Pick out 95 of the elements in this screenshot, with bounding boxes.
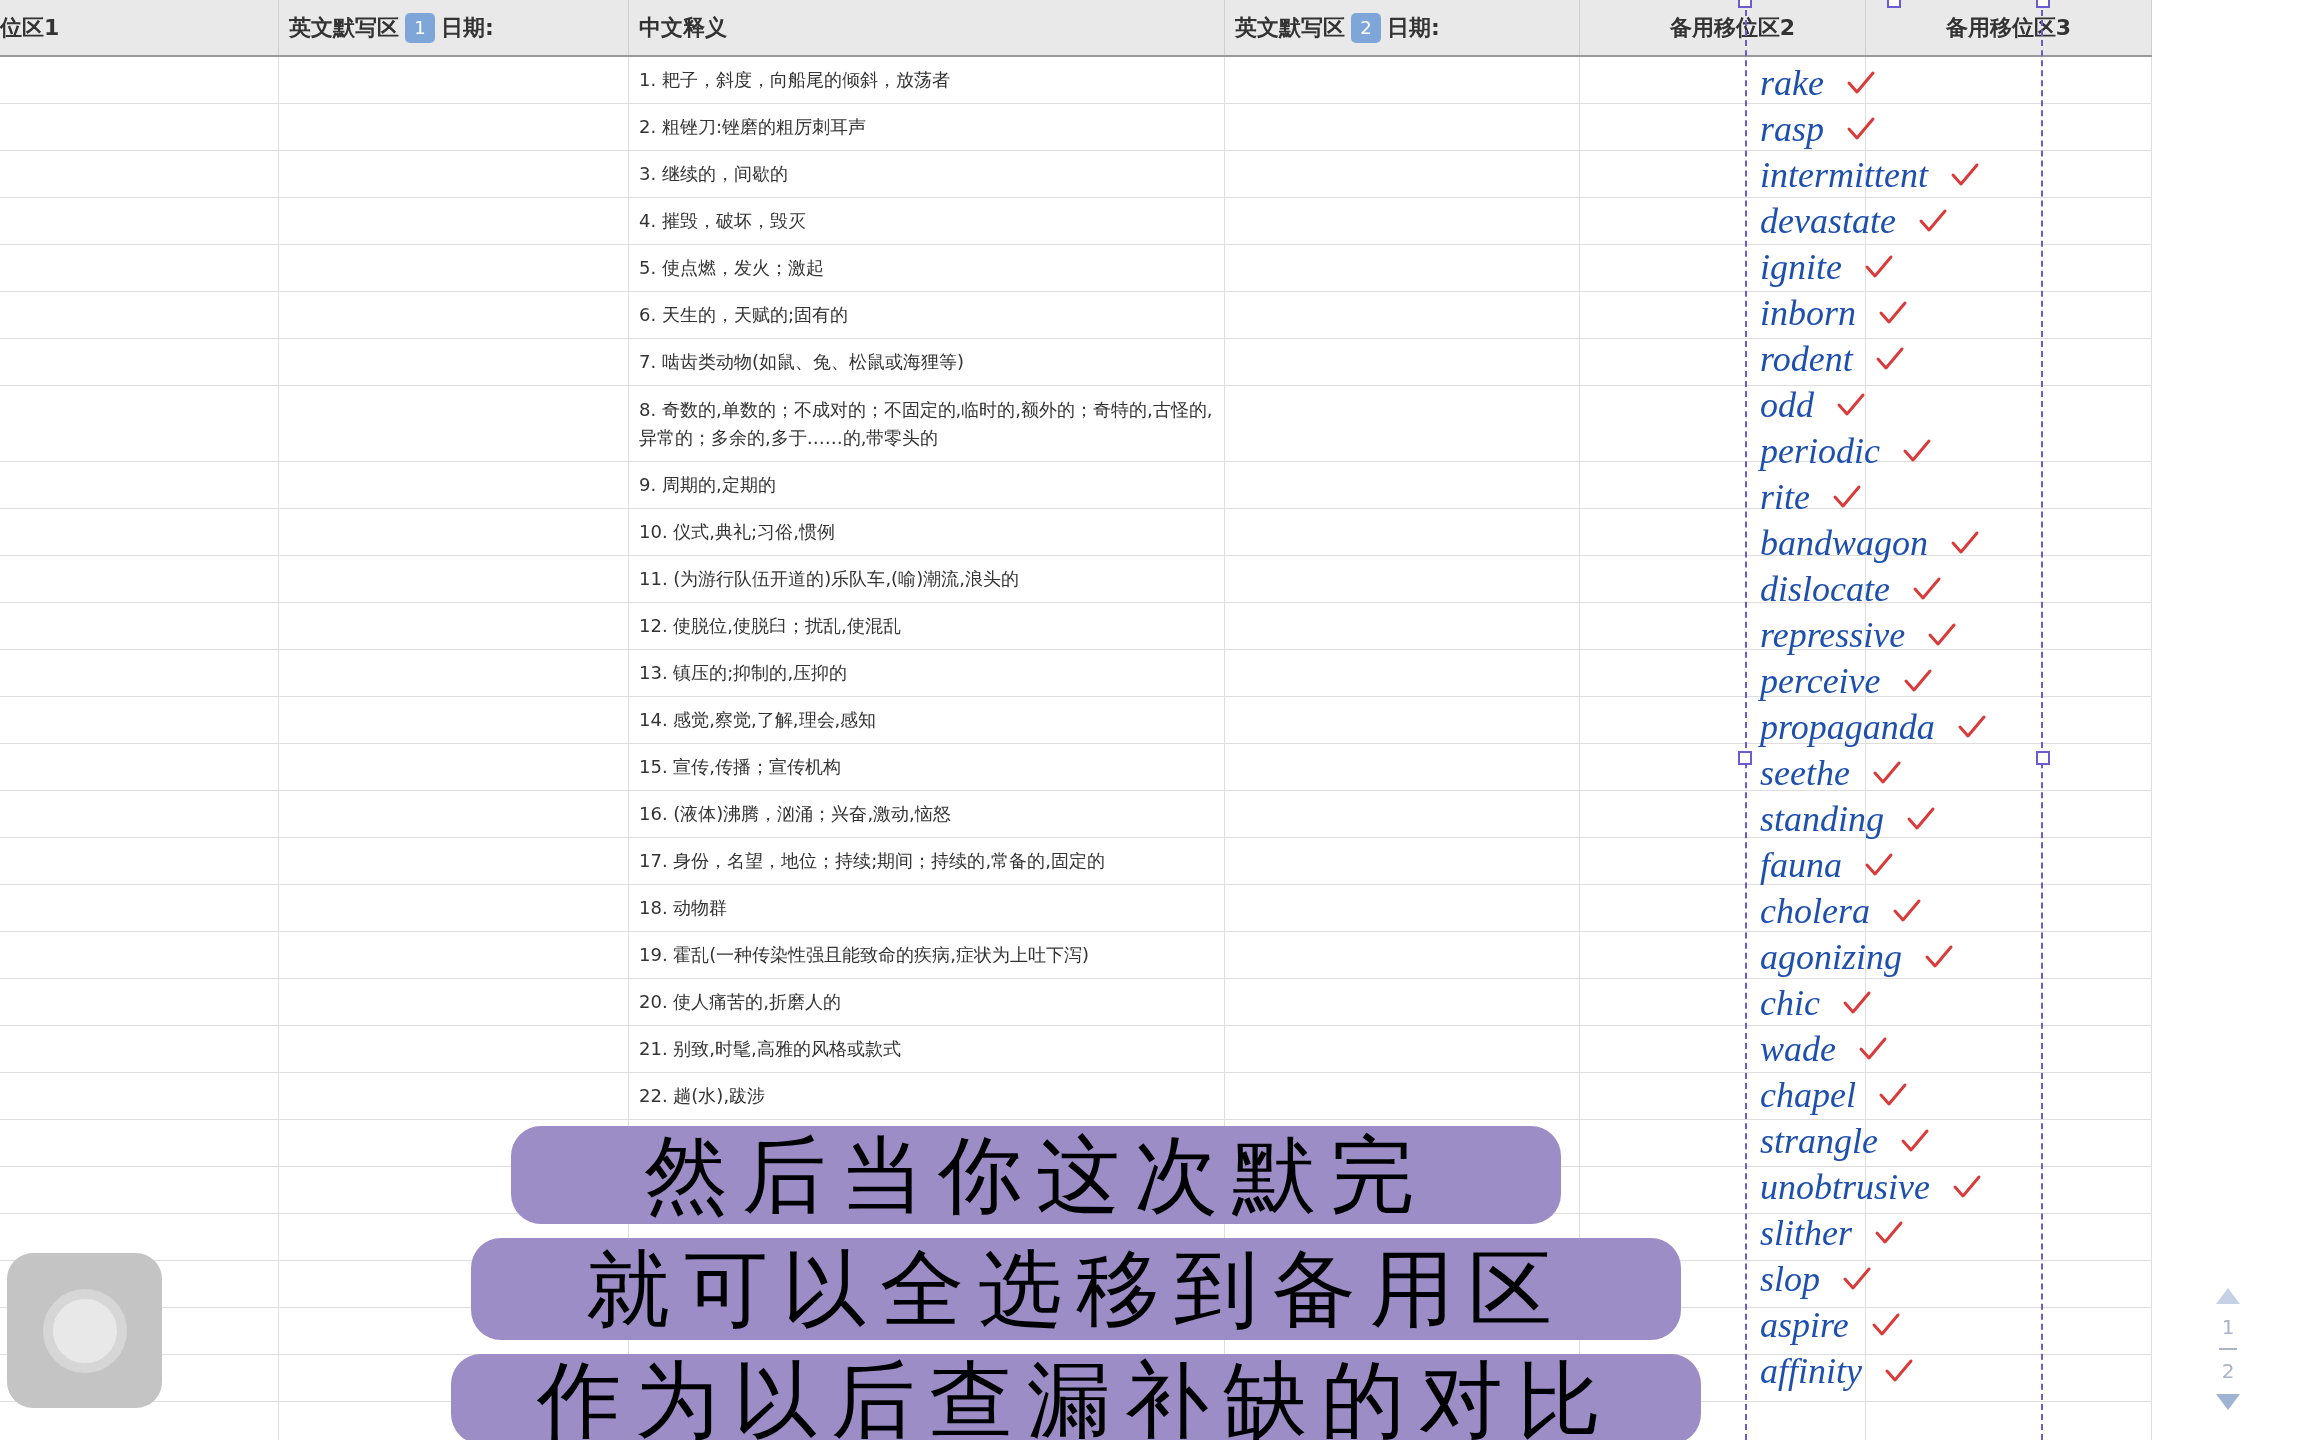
table-cell: 9. 周期的,定期的 — [629, 462, 1225, 509]
check-icon — [1858, 1036, 1888, 1062]
subtitle-text: 然后当你这次默完 — [644, 1129, 1428, 1221]
table-cell: 20. 使人痛苦的,折磨人的 — [629, 979, 1225, 1026]
handwritten-word: slither — [1760, 1213, 1852, 1253]
table-cell: 11. (为游行队伍开道的)乐队车,(喻)潮流,浪头的 — [629, 556, 1225, 603]
handwritten-word: chapel — [1760, 1075, 1856, 1115]
handwritten-word: periodic — [1760, 431, 1880, 471]
table-cell: 21. 别致,时髦,高雅的风格或款式 — [629, 1026, 1225, 1073]
handwritten-word: bandwagon — [1760, 523, 1928, 563]
table-cell: 5. 使点燃，发火；激起 — [629, 245, 1225, 292]
check-icon — [1871, 760, 1902, 786]
handwritten-word: ignite — [1760, 247, 1842, 287]
table-cell: 10. 仪式,典礼;习俗,惯例 — [629, 509, 1225, 556]
selection-handle[interactable] — [1738, 751, 1752, 765]
check-icon — [1900, 1128, 1930, 1154]
handwritten-word: dislocate — [1760, 569, 1890, 609]
handwritten-word: perceive — [1760, 661, 1881, 701]
number-badge: 1 — [405, 12, 435, 43]
handwritten-word: strangle — [1760, 1121, 1878, 1161]
handwritten-word: rake — [1760, 63, 1824, 103]
handwritten-word: rasp — [1760, 109, 1825, 149]
table-cell: 1. 耙子，斜度，向船尾的倾斜，放荡者 — [629, 57, 1225, 104]
handwritten-word: agonizing — [1760, 937, 1902, 977]
subtitle-text: 就可以全选移到备用区 — [586, 1243, 1566, 1335]
handwritten-word: devastate — [1760, 201, 1896, 241]
page-total: 2 — [2221, 1358, 2235, 1385]
check-icon — [1864, 254, 1894, 280]
check-icon — [1874, 346, 1905, 372]
check-icon — [1870, 1312, 1901, 1338]
handwritten-word: unobtrusive — [1760, 1167, 1930, 1207]
table-cell: 14. 感觉,察觉,了解,理会,感知 — [629, 697, 1225, 744]
handwritten-word: affinity — [1760, 1351, 1862, 1391]
check-icon — [1917, 208, 1948, 234]
table-cell: 4. 摧毁，破坏，毁灭 — [629, 198, 1225, 245]
table-cell: 15. 宣传,传播；宣传机构 — [629, 744, 1225, 791]
number-badge: 2 — [1351, 12, 1381, 43]
column-header: 英文默写区 — [1235, 14, 1345, 42]
handwritten-word: rodent — [1760, 339, 1853, 379]
table-cell: 22. 趟(水),跋涉 — [629, 1073, 1225, 1120]
subtitle-text: 作为以后查漏补缺的对比 — [537, 1354, 1615, 1440]
check-icon — [1912, 576, 1942, 602]
handwritten-word: wade — [1760, 1029, 1836, 1069]
handwritten-word: seethe — [1760, 753, 1850, 793]
check-icon — [1878, 300, 1908, 326]
check-icon — [1836, 392, 1866, 418]
table-cell: 19. 霍乱(一种传染性强且能致命的疾病,症状为上吐下泻) — [629, 932, 1225, 979]
table-cell: 2. 粗锉刀:锉磨的粗厉刺耳声 — [629, 104, 1225, 151]
check-icon — [1884, 1358, 1914, 1384]
date-label: 日期: — [441, 14, 494, 42]
column-header: 位区1 — [0, 14, 60, 42]
table-cell: 18. 动物群 — [629, 885, 1225, 932]
handwritten-word: inborn — [1760, 293, 1856, 333]
check-icon — [1874, 1220, 1904, 1246]
table-cell: 12. 使脱位,使脱臼；扰乱,使混乱 — [629, 603, 1225, 650]
table-cell: 16. (液体)沸腾，汹涌；兴奋,激动,恼怒 — [629, 791, 1225, 838]
handwritten-word: standing — [1760, 799, 1884, 839]
handwritten-word: slop — [1760, 1259, 1820, 1299]
handwritten-word: propaganda — [1760, 707, 1935, 747]
table-cell: 13. 镇压的;抑制的,压抑的 — [629, 650, 1225, 697]
check-icon — [1877, 1082, 1908, 1108]
check-icon — [1956, 714, 1987, 740]
handwritten-word: fauna — [1760, 845, 1842, 885]
check-icon — [1952, 1174, 1982, 1200]
column-header: 英文默写区 — [289, 14, 399, 42]
selection-handle[interactable] — [2036, 751, 2050, 765]
check-icon — [1891, 898, 1922, 924]
check-icon — [1902, 668, 1933, 694]
handwritten-word: intermittent — [1760, 155, 1928, 195]
check-icon — [1902, 438, 1932, 464]
table-cell: 17. 身份，名望，地位；持续;期间；持续的,常备的,固定的 — [629, 838, 1225, 885]
handwritten-word: cholera — [1760, 891, 1870, 931]
check-icon — [1845, 70, 1876, 96]
table-cell: 3. 继续的，间歇的 — [629, 151, 1225, 198]
check-icon — [1842, 1266, 1872, 1292]
column-header: 中文释义 — [639, 14, 727, 42]
check-icon — [1832, 484, 1862, 510]
table-cell: 6. 天生的，天赋的;固有的 — [629, 292, 1225, 339]
check-icon — [1846, 116, 1877, 142]
check-icon — [1906, 806, 1936, 832]
handwritten-word: odd — [1760, 385, 1814, 425]
handwritten-word: rite — [1760, 477, 1810, 517]
page-number: 1 — [2221, 1314, 2235, 1341]
table-cell: 7. 啮齿类动物(如鼠、兔、松鼠或海狸等) — [629, 339, 1225, 386]
handwritten-word: chic — [1760, 983, 1820, 1023]
check-icon — [1841, 990, 1872, 1016]
check-icon — [1864, 852, 1894, 878]
table-cell: 8. 奇数的,单数的；不成对的；不固定的,临时的,额外的；奇特的,古怪的,异常的；多余的,多于……的,带零头的 — [629, 386, 1225, 462]
handwritten-word: repressive — [1760, 615, 1906, 655]
handwritten-word: aspire — [1760, 1305, 1849, 1345]
check-icon — [1950, 530, 1980, 556]
check-icon — [1950, 162, 1980, 188]
date-label: 日期: — [1387, 14, 1440, 42]
check-icon — [1924, 944, 1954, 970]
check-icon — [1927, 622, 1958, 648]
